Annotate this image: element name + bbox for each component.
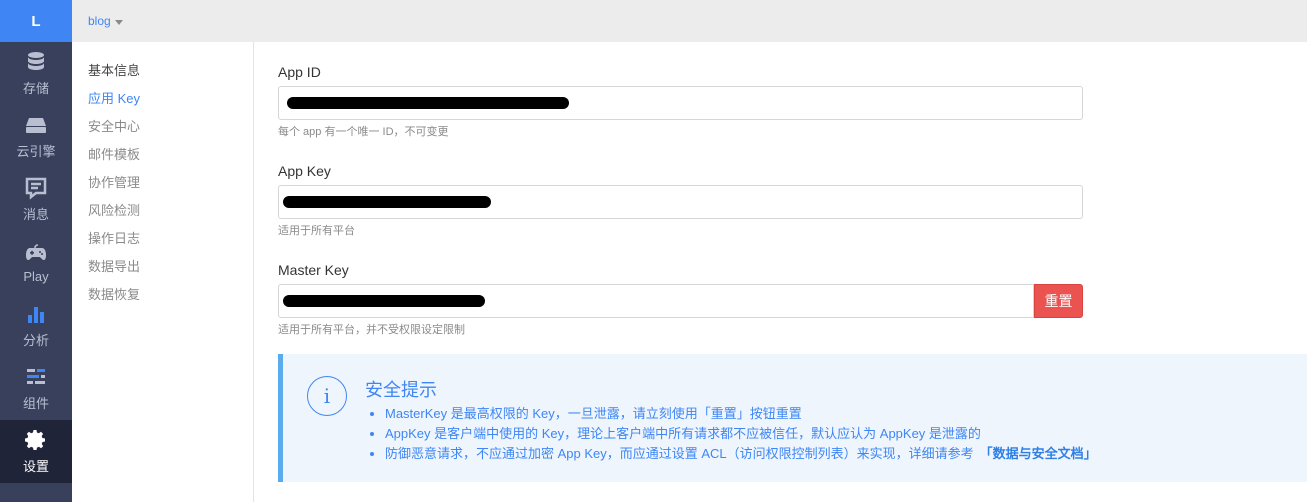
app-key-field[interactable] bbox=[278, 185, 1083, 219]
rail-item-cloud-engine[interactable]: 云引擎 bbox=[0, 105, 72, 168]
rail-item-label: 消息 bbox=[22, 207, 49, 222]
gamepad-icon bbox=[26, 244, 46, 260]
rail-item-message[interactable]: 消息 bbox=[0, 168, 72, 231]
app-id-label: App ID bbox=[278, 64, 321, 80]
tip-list: MasterKey 是最高权限的 Key，一旦泄露，请立刻使用「重置」按钮重置 … bbox=[375, 404, 1097, 464]
app-key-help: 适用于所有平台 bbox=[278, 225, 355, 237]
app-id-help: 每个 app 有一个唯一 ID，不可变更 bbox=[278, 126, 449, 138]
components-icon bbox=[27, 369, 45, 384]
rail-item-label: 组件 bbox=[22, 396, 49, 411]
app-switcher-dropdown[interactable]: blog bbox=[88, 14, 123, 28]
redaction-mark bbox=[283, 295, 485, 307]
rail-item-settings[interactable]: 设置 bbox=[0, 420, 72, 483]
rail-item-label: 设置 bbox=[22, 459, 49, 474]
message-icon bbox=[25, 177, 47, 200]
rail-item-play[interactable]: Play bbox=[0, 231, 72, 294]
tip-item: AppKey 是客户端中使用的 Key，理论上客户端中所有请求都不应被信任，默认… bbox=[385, 424, 1097, 444]
bar-chart-icon bbox=[28, 307, 44, 323]
rail-item-storage[interactable]: 存储 bbox=[0, 42, 72, 105]
master-key-label: Master Key bbox=[278, 262, 349, 278]
redaction-mark bbox=[287, 97, 569, 109]
master-key-group: 重置 bbox=[278, 284, 1083, 318]
master-key-field[interactable] bbox=[278, 284, 1034, 318]
rail-item-analytics[interactable]: 分析 bbox=[0, 294, 72, 357]
submenu-item-basic-info[interactable]: 基本信息 bbox=[72, 60, 253, 88]
top-bar: blog bbox=[72, 0, 1307, 42]
submenu-item-app-key[interactable]: 应用 Key bbox=[72, 88, 253, 116]
submenu-item-security[interactable]: 安全中心 bbox=[72, 116, 253, 144]
tip-item: MasterKey 是最高权限的 Key，一旦泄露，请立刻使用「重置」按钮重置 bbox=[385, 404, 1097, 424]
rail-item-components[interactable]: 组件 bbox=[0, 357, 72, 420]
tip-item: 防御恶意请求，不应通过加密 App Key，而应通过设置 ACL（访问权限控制列… bbox=[385, 444, 1097, 464]
security-doc-link[interactable]: 「数据与安全文档」 bbox=[980, 446, 1097, 461]
rail-item-label: 存储 bbox=[22, 81, 49, 96]
main-content: App ID 每个 app 有一个唯一 ID，不可变更 App Key 适用于所… bbox=[254, 42, 1307, 502]
settings-submenu: 基本信息 应用 Key 安全中心 邮件模板 协作管理 风险检测 操作日志 数据导… bbox=[72, 42, 254, 502]
submenu-item-data-restore[interactable]: 数据恢复 bbox=[72, 284, 253, 312]
reset-master-key-button[interactable]: 重置 bbox=[1034, 284, 1083, 318]
app-key-label: App Key bbox=[278, 163, 331, 179]
rail-item-label: 分析 bbox=[22, 333, 49, 348]
cloud-engine-icon bbox=[26, 118, 46, 133]
app-id-field[interactable] bbox=[278, 86, 1083, 120]
submenu-item-email-templates[interactable]: 邮件模板 bbox=[72, 144, 253, 172]
app-logo[interactable]: L bbox=[0, 0, 72, 42]
tip-title: 安全提示 bbox=[365, 380, 437, 400]
gear-icon bbox=[25, 430, 45, 450]
rail-item-label: Play bbox=[23, 269, 49, 284]
app-name: blog bbox=[88, 14, 111, 28]
submenu-item-risk-detection[interactable]: 风险检测 bbox=[72, 200, 253, 228]
submenu-item-collaboration[interactable]: 协作管理 bbox=[72, 172, 253, 200]
submenu-item-operation-log[interactable]: 操作日志 bbox=[72, 228, 253, 256]
database-icon bbox=[28, 52, 44, 70]
master-key-help: 适用于所有平台，并不受权限设定限制 bbox=[278, 324, 465, 336]
caret-down-icon bbox=[114, 19, 123, 25]
rail-item-label: 云引擎 bbox=[16, 144, 56, 159]
left-nav-rail: L 存储 云引擎 消息 Play 分析 组件 设置 bbox=[0, 0, 72, 502]
info-icon: i bbox=[307, 376, 347, 416]
redaction-mark bbox=[283, 196, 491, 208]
security-tip-box: i 安全提示 MasterKey 是最高权限的 Key，一旦泄露，请立刻使用「重… bbox=[278, 354, 1307, 482]
submenu-item-data-export[interactable]: 数据导出 bbox=[72, 256, 253, 284]
